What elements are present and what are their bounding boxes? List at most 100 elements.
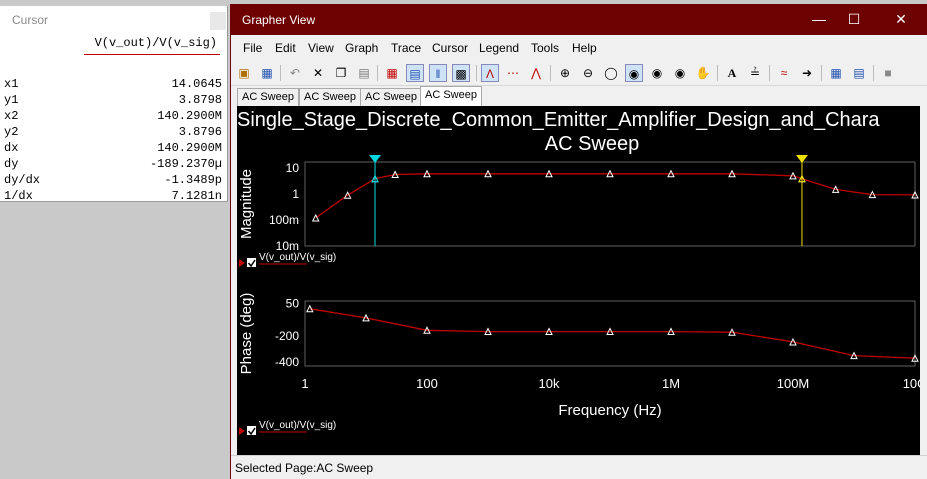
legend-marker-icon xyxy=(239,259,245,267)
zoom-area-icon[interactable]: ◯ xyxy=(602,64,620,82)
chart-subtitle: AC Sweep xyxy=(545,133,640,155)
tab-ac-sweep-3[interactable]: AC Sweep xyxy=(360,88,422,106)
toolbar-separator xyxy=(769,65,770,81)
cursor-row-key: y1 xyxy=(4,93,19,107)
cursor-row-key: x2 xyxy=(4,109,19,123)
cursor-column-underline xyxy=(84,54,220,55)
copy-icon[interactable]: ❐ xyxy=(332,64,350,82)
paste-icon[interactable]: ▤ xyxy=(355,64,373,82)
maximize-button[interactable]: ☐ xyxy=(844,9,864,29)
page-props-icon[interactable]: ▤ xyxy=(850,64,868,82)
panel-1-ytick: 100m xyxy=(269,213,299,227)
zoom-y-icon[interactable]: ◉ xyxy=(671,64,689,82)
panel-1-ytick: 1 xyxy=(292,187,299,201)
x-tick: 10G xyxy=(903,376,920,391)
cursor-row-dy-per-dx: dy/dx -1.3489p xyxy=(4,173,222,189)
x-tick: 100 xyxy=(416,376,438,391)
menu-graph[interactable]: Graph xyxy=(345,41,378,55)
status-bar: Selected Page:AC Sweep xyxy=(231,455,927,479)
cursor-row-value: -189.2370µ xyxy=(149,157,222,171)
panel-1-ytick: 10 xyxy=(286,161,300,175)
tab-ac-sweep-2[interactable]: AC Sweep xyxy=(299,88,361,106)
minimize-button[interactable]: — xyxy=(809,9,829,29)
cursor-row-y2: y2 3.8796 xyxy=(4,125,222,141)
cut-icon[interactable]: ✕ xyxy=(309,64,327,82)
x-axis-label: Frequency (Hz) xyxy=(558,402,661,419)
cursor-row-1-per-dx: 1/dx 7.1281n xyxy=(4,189,222,205)
cursor-column-header: V(v_out)/V(v_sig) xyxy=(94,36,217,50)
toolbar-separator xyxy=(476,65,477,81)
show-legend-icon[interactable]: ▤ xyxy=(406,64,424,82)
panel-2-frame xyxy=(304,300,916,367)
menu-tools[interactable]: Tools xyxy=(531,41,559,55)
grapher-window: Grapher View — ☐ ✕ File Edit View Graph … xyxy=(230,4,927,479)
legend-label: V(v_out)/V(v_sig) xyxy=(259,420,336,431)
panel-2-ytick: -200 xyxy=(275,329,299,343)
menu-trace[interactable]: Trace xyxy=(391,41,421,55)
cursor-row-key: dx xyxy=(4,141,19,155)
panel-1-ytick: 10m xyxy=(276,239,299,253)
cursor-row-dy: dy -189.2370µ xyxy=(4,157,222,173)
x-tick: 10k xyxy=(539,376,560,391)
cursor-row-value: 140.2900M xyxy=(157,141,222,155)
cursor-row-x1: x1 14.0645 xyxy=(4,77,222,93)
zoom-in-icon[interactable]: ⊕ xyxy=(556,64,574,82)
menu-file[interactable]: File xyxy=(243,41,262,55)
zoom-x-icon[interactable]: ◉ xyxy=(648,64,666,82)
pan-icon[interactable]: ✋ xyxy=(694,64,712,82)
cursor-window: Cursor V(v_out)/V(v_sig) x1 14.0645 y1 3.87… xyxy=(0,6,228,205)
export-icon[interactable]: ➜ xyxy=(798,64,816,82)
menu-view[interactable]: View xyxy=(308,41,334,55)
cursor-row-key: y2 xyxy=(4,125,19,139)
line-points-icon[interactable]: ⋀ xyxy=(527,64,545,82)
menu-bar: File Edit View Graph Trace Cursor Legend… xyxy=(231,37,927,59)
menu-legend[interactable]: Legend xyxy=(479,41,519,55)
cursor-row-x2: x2 140.2900M xyxy=(4,109,222,125)
menu-help[interactable]: Help xyxy=(572,41,597,55)
window-title: Grapher View xyxy=(242,13,316,27)
cursor-row-key: 1/dx xyxy=(4,189,33,203)
toolbar: ▣ ▦ ↶ ✕ ❐ ▤ ▦ ▤ ‖ ▩ Λ ⋯ ⋀ ⊕ ⊖ ◯ ◉ ◉ ◉ ✋ … xyxy=(231,60,927,86)
cursor-row-value: 7.1281n xyxy=(171,189,222,203)
toolbar-separator xyxy=(550,65,551,81)
label-icon[interactable]: ≟ xyxy=(746,64,764,82)
cursor-row-value: 3.8798 xyxy=(178,93,222,107)
points-mode-icon[interactable]: ⋯ xyxy=(504,64,522,82)
trace-props-icon[interactable]: ≈ xyxy=(775,64,793,82)
save-icon[interactable]: ▦ xyxy=(258,64,276,82)
overlay-icon[interactable]: ▩ xyxy=(452,64,470,82)
panel-2-ytick: -400 xyxy=(275,355,299,369)
x-tick: 1 xyxy=(301,376,308,391)
menu-cursor[interactable]: Cursor xyxy=(432,41,468,55)
status-text: Selected Page:AC Sweep xyxy=(235,461,374,475)
undo-icon[interactable]: ↶ xyxy=(286,64,304,82)
x-tick: 1M xyxy=(662,376,680,391)
text-icon[interactable]: A xyxy=(723,64,741,82)
close-button[interactable]: ✕ xyxy=(891,9,911,29)
menu-edit[interactable]: Edit xyxy=(275,41,296,55)
open-icon[interactable]: ▣ xyxy=(235,64,253,82)
cursor-row-value: -1.3489p xyxy=(164,173,222,187)
tab-ac-sweep-active[interactable]: AC Sweep xyxy=(420,86,482,106)
grid-icon[interactable]: ▦ xyxy=(383,64,401,82)
zoom-out-icon[interactable]: ⊖ xyxy=(579,64,597,82)
cursor-row-value: 14.0645 xyxy=(171,77,222,91)
panel-1-trace xyxy=(315,173,916,219)
stop-icon[interactable]: ■ xyxy=(879,64,897,82)
toolbar-separator xyxy=(873,65,874,81)
toolbar-separator xyxy=(821,65,822,81)
properties-icon[interactable]: ▦ xyxy=(827,64,845,82)
zoom-fit-icon[interactable]: ◉ xyxy=(625,64,643,82)
chart-title: Single_Stage_Discrete_Common_Emitter_Amp… xyxy=(237,109,880,131)
plot-area[interactable]: Single_Stage_Discrete_Common_Emitter_Amp… xyxy=(237,106,920,456)
cursor-close-button[interactable] xyxy=(210,12,226,30)
cursor-row-value: 3.8796 xyxy=(178,125,222,139)
cursor-row-dx: dx 140.2900M xyxy=(4,141,222,157)
tab-ac-sweep-1[interactable]: AC Sweep xyxy=(237,88,299,106)
cursor-row-key: dy xyxy=(4,157,19,171)
show-cursors-icon[interactable]: ‖ xyxy=(429,64,447,82)
legend-marker-icon xyxy=(239,427,245,435)
toolbar-separator xyxy=(377,65,378,81)
line-mode-icon[interactable]: Λ xyxy=(481,64,499,82)
title-bar[interactable]: Grapher View — ☐ ✕ xyxy=(231,4,927,35)
